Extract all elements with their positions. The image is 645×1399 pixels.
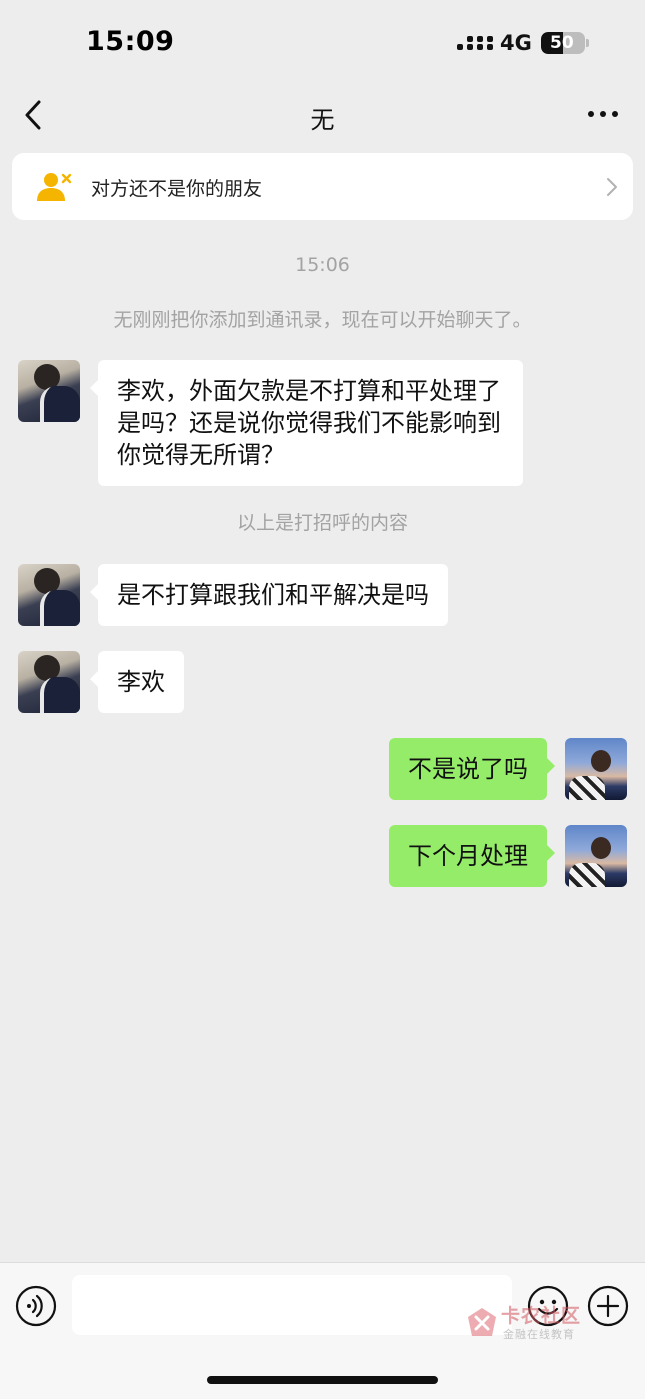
watermark-title: 卡农社区 <box>501 1305 582 1327</box>
signal-icon <box>457 34 493 54</box>
message-timestamp: 15:06 <box>295 254 350 276</box>
watermark-subtitle: 金融在线教育 <box>503 1328 575 1341</box>
chat-title: 无 <box>310 106 335 134</box>
chevron-right-icon <box>607 178 617 196</box>
message-bubble-received[interactable]: 李欢 <box>90 651 184 713</box>
avatar[interactable] <box>565 738 627 800</box>
message-input[interactable] <box>72 1275 512 1335</box>
added-notice: 无刚刚把你添加到通讯录，现在可以开始聊天了。 <box>113 309 532 331</box>
message-bubble-received[interactable]: 李欢，外面欠款是不打算和平处理了是吗？还是说你觉得我们不能影响到你觉得无所谓？ <box>90 360 523 486</box>
avatar[interactable] <box>18 360 80 422</box>
watermark-logo-icon <box>468 1308 496 1336</box>
avatar[interactable] <box>18 651 80 713</box>
message-bubble-received[interactable]: 是不打算跟我们和平解决是吗 <box>90 564 448 626</box>
battery-icon: 50 <box>541 32 585 54</box>
banner-text: 对方还不是你的朋友 <box>91 178 263 200</box>
battery-cap <box>586 39 589 47</box>
nav-bar: 无 <box>0 86 645 146</box>
message-bubble-sent[interactable]: 不是说了吗 <box>389 738 555 800</box>
status-bar: 15:09 4G 50 <box>0 0 645 86</box>
network-type: 4G <box>500 31 532 55</box>
home-indicator <box>207 1376 438 1384</box>
watermark: 卡农社区 金融在线教育 <box>465 1303 595 1343</box>
voice-icon[interactable] <box>15 1285 57 1327</box>
battery-level: 50 <box>550 33 574 53</box>
status-time: 15:09 <box>86 26 175 57</box>
avatar[interactable] <box>18 564 80 626</box>
avatar[interactable] <box>565 825 627 887</box>
person-remove-icon <box>37 173 72 201</box>
not-friend-banner[interactable]: 对方还不是你的朋友 <box>12 153 633 220</box>
more-icon[interactable] <box>586 106 620 122</box>
message-bubble-sent[interactable]: 下个月处理 <box>389 825 555 887</box>
greeting-notice: 以上是打招呼的内容 <box>236 512 408 534</box>
